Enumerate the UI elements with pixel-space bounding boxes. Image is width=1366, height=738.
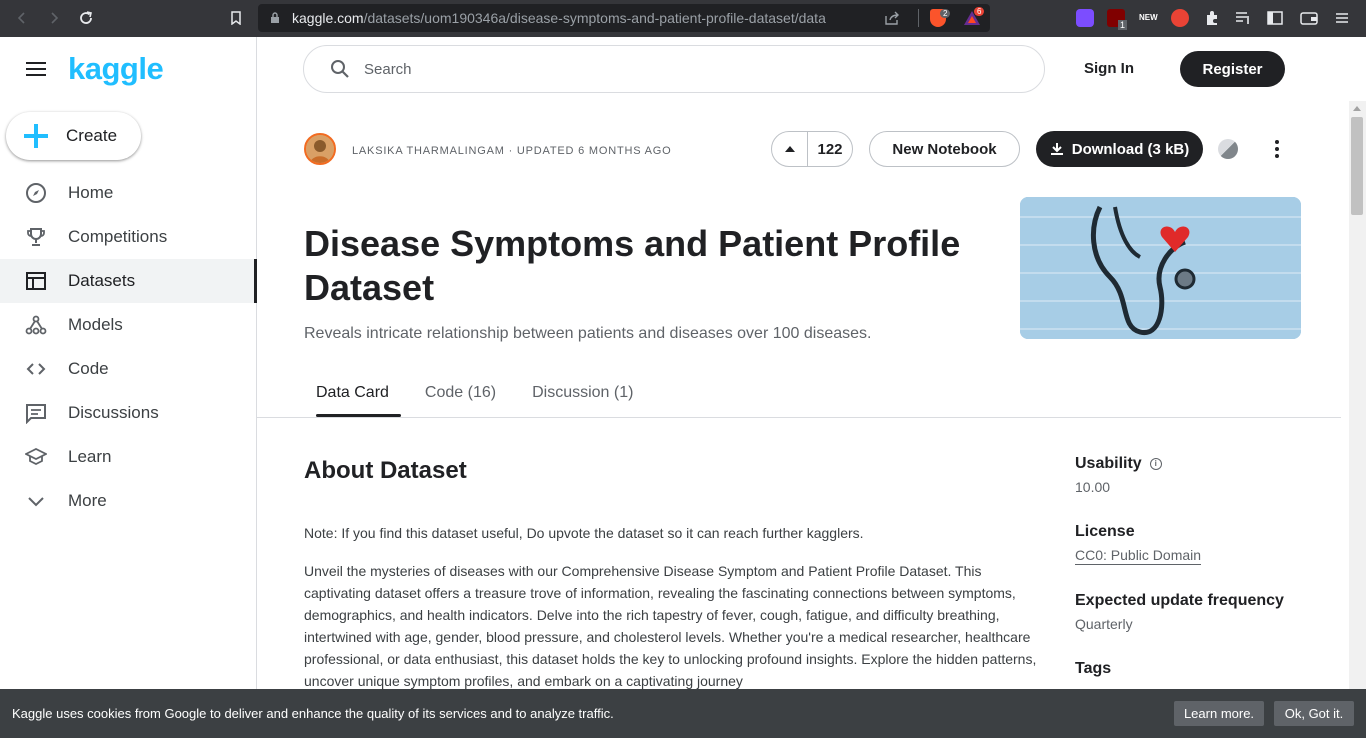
- scrollbar-thumb[interactable]: [1351, 117, 1363, 215]
- reload-icon[interactable]: [74, 6, 98, 30]
- sidebar-item-models[interactable]: Models: [0, 303, 256, 347]
- download-button[interactable]: Download (3 kB): [1036, 131, 1203, 167]
- license-label: License: [1075, 523, 1135, 540]
- cookie-text: Kaggle uses cookies from Google to deliv…: [12, 706, 614, 721]
- table-icon: [24, 269, 48, 293]
- ok-got-it-button[interactable]: Ok, Got it.: [1274, 701, 1354, 726]
- models-icon: [24, 313, 48, 337]
- trophy-icon: [24, 225, 48, 249]
- license-section: License CC0: Public Domain: [1075, 523, 1202, 565]
- sidebar-item-competitions[interactable]: Competitions: [0, 215, 256, 259]
- discussion-icon: [24, 401, 48, 425]
- bookmark-icon[interactable]: [224, 6, 248, 30]
- extension-icon[interactable]: [1076, 9, 1094, 27]
- avatar[interactable]: [304, 133, 336, 165]
- create-label: Create: [66, 126, 118, 145]
- sidebar-item-more[interactable]: More: [0, 479, 256, 523]
- usability-section: Usability i 10.00: [1075, 455, 1162, 495]
- sidebar-item-discussions[interactable]: Discussions: [0, 391, 256, 435]
- sidebar-item-label: Learn: [68, 447, 112, 466]
- cookie-banner: Kaggle uses cookies from Google to deliv…: [0, 689, 1366, 738]
- badge-count: 1: [1118, 20, 1128, 30]
- sidebar-item-learn[interactable]: Learn: [0, 435, 256, 479]
- tags-section: Tags: [1075, 660, 1111, 678]
- sidebar-item-home[interactable]: Home: [0, 171, 256, 215]
- usability-label: Usability: [1075, 455, 1142, 472]
- search-icon: [331, 60, 349, 78]
- browser-toolbar: kaggle.com/datasets/uom190346a/disease-s…: [0, 0, 1366, 37]
- sidebar-item-label: More: [68, 491, 107, 510]
- badge-count: 2: [940, 9, 951, 18]
- half-circle-icon[interactable]: [1218, 139, 1238, 159]
- license-link[interactable]: CC0: Public Domain: [1075, 547, 1202, 565]
- frequency-label: Expected update frequency: [1075, 592, 1284, 609]
- triangle-up-icon: [784, 145, 795, 152]
- chevron-down-icon: [24, 489, 48, 513]
- sidebar-item-label: Home: [68, 183, 114, 202]
- url-text: kaggle.com/datasets/uom190346a/disease-s…: [292, 10, 826, 26]
- sign-in-button[interactable]: Sign In: [1084, 60, 1134, 77]
- new-notebook-button[interactable]: New Notebook: [869, 131, 1020, 167]
- dataset-cover-image: [1020, 197, 1301, 339]
- search-input[interactable]: Search: [303, 45, 1045, 93]
- learn-more-button[interactable]: Learn more.: [1174, 701, 1264, 726]
- back-icon[interactable]: [10, 6, 34, 30]
- compass-icon: [24, 181, 48, 205]
- tab-code[interactable]: Code (16): [425, 384, 508, 417]
- menu-icon[interactable]: [1334, 10, 1350, 26]
- download-label: Download (3 kB): [1071, 140, 1190, 158]
- upvote-widget: 122: [771, 131, 853, 167]
- new-extension-icon[interactable]: NEW: [1139, 13, 1158, 22]
- fast-forward-icon[interactable]: [1171, 9, 1189, 27]
- upvote-button[interactable]: [772, 131, 808, 167]
- description-note: Note: If you find this dataset useful, D…: [304, 525, 864, 541]
- sidebar-item-label: Code: [68, 359, 109, 378]
- frequency-section: Expected update frequency Quarterly: [1075, 592, 1284, 632]
- sidebar-nav: Home Competitions Datasets Models Code D…: [0, 171, 257, 523]
- dataset-tabs: Data Card Code (16) Discussion (1): [304, 384, 669, 417]
- sidebar-item-label: Discussions: [68, 403, 159, 422]
- vote-count: 122: [817, 140, 843, 158]
- sidebar-item-label: Competitions: [68, 227, 168, 246]
- page-subtitle: Reveals intricate relationship between p…: [304, 325, 872, 342]
- sidebar-item-label: Models: [68, 315, 123, 334]
- scrollbar[interactable]: [1349, 101, 1366, 690]
- info-icon[interactable]: i: [1149, 458, 1162, 470]
- code-icon: [24, 357, 48, 381]
- sidebar-item-code[interactable]: Code: [0, 347, 256, 391]
- sidebar-item-datasets[interactable]: Datasets: [0, 259, 257, 303]
- kaggle-logo[interactable]: kaggle: [68, 51, 164, 87]
- section-heading: About Dataset: [304, 457, 467, 484]
- badge-count: 6: [974, 7, 985, 16]
- tab-discussion[interactable]: Discussion (1): [532, 384, 645, 417]
- scroll-up-arrow-icon[interactable]: [1353, 106, 1361, 111]
- share-icon[interactable]: [884, 11, 900, 25]
- tab-data-card[interactable]: Data Card: [304, 384, 401, 417]
- divider: [257, 417, 1341, 418]
- tags-label: Tags: [1075, 660, 1112, 677]
- forward-icon[interactable]: [42, 6, 66, 30]
- page-title: Disease Symptoms and Patient Profile Dat…: [304, 223, 961, 308]
- address-bar[interactable]: kaggle.com/datasets/uom190346a/disease-s…: [258, 4, 990, 32]
- plus-icon: [24, 124, 48, 148]
- create-button[interactable]: Create: [6, 112, 141, 160]
- school-icon: [24, 445, 48, 469]
- wallet-icon[interactable]: [1300, 10, 1318, 26]
- search-placeholder: Search: [364, 60, 412, 78]
- sidebar-item-label: Datasets: [68, 271, 136, 290]
- download-icon: [1050, 143, 1063, 155]
- description-body: Unveil the mysteries of diseases with ou…: [304, 563, 1037, 689]
- frequency-value: Quarterly: [1075, 616, 1133, 632]
- byline: LAKSIKA THARMALINGAM · UPDATED 6 MONTHS …: [352, 145, 672, 157]
- usability-value: 10.00: [1075, 479, 1111, 495]
- register-button[interactable]: Register: [1180, 51, 1285, 87]
- lock-icon: [271, 12, 279, 23]
- reading-list-icon[interactable]: [1235, 11, 1251, 25]
- sidebar-toggle-icon[interactable]: [1267, 10, 1283, 26]
- more-options-icon[interactable]: [1267, 139, 1287, 159]
- hamburger-menu-icon[interactable]: [26, 62, 46, 76]
- puzzle-icon[interactable]: [1204, 10, 1220, 26]
- sidebar: kaggle Create Home Competitions Datasets: [0, 37, 257, 738]
